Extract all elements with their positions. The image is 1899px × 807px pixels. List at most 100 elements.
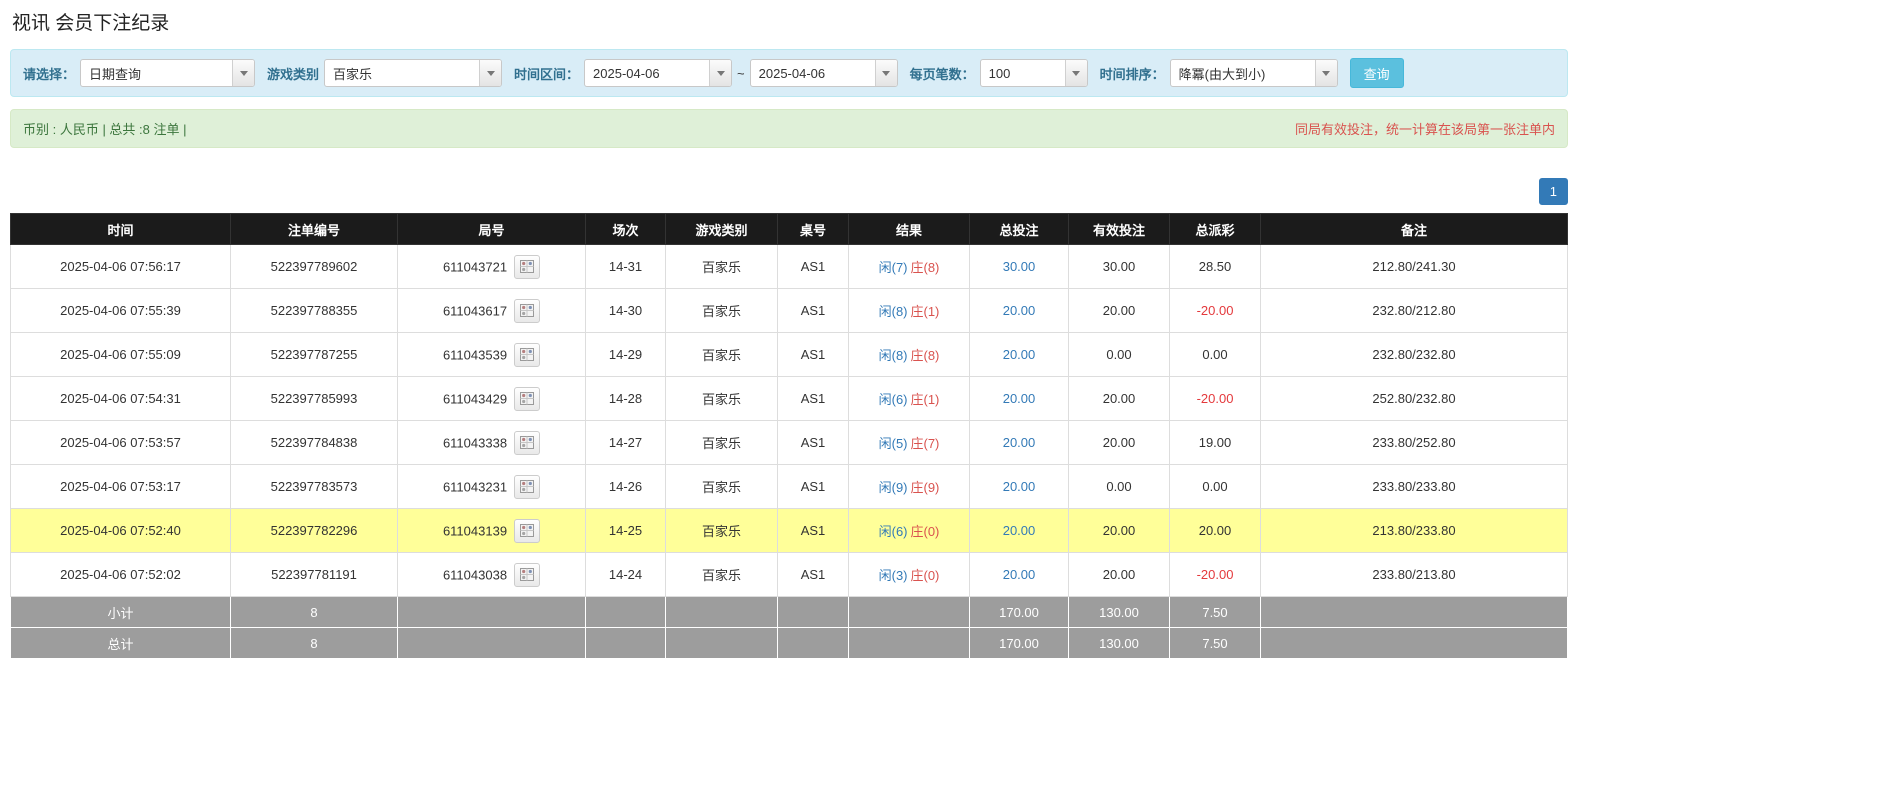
player-result: 闲(6) — [878, 392, 908, 407]
chevron-down-icon[interactable] — [1064, 60, 1087, 86]
table-no-cell: AS1 — [777, 420, 849, 465]
valid-bet-cell: 20.00 — [1068, 552, 1170, 597]
round-cell: 611043338 — [397, 420, 586, 465]
table-row: 2025-04-06 07:52:02 522397781191 6110430… — [10, 552, 1568, 597]
column-header-11: 备注 — [1260, 213, 1568, 245]
bet-id-cell: 522397787255 — [230, 332, 398, 377]
table-row: 2025-04-06 07:53:17 522397783573 6110432… — [10, 464, 1568, 509]
column-header-3: 局号 — [397, 213, 586, 245]
page-1-button[interactable]: 1 — [1538, 178, 1568, 205]
time-cell: 2025-04-06 07:52:02 — [10, 552, 231, 597]
column-header-7: 结果 — [848, 213, 970, 245]
column-header-5: 游戏类别 — [665, 213, 778, 245]
payout-cell: -20.00 — [1169, 288, 1261, 333]
chevron-down-icon[interactable] — [1314, 60, 1337, 86]
game-type-select[interactable]: 百家乐 — [324, 59, 503, 87]
chevron-down-icon[interactable] — [232, 60, 255, 86]
roadmap-icon-button[interactable] — [514, 254, 541, 279]
chevron-down-icon[interactable] — [709, 60, 732, 86]
result-cell: 闲(5) 庄(7) — [848, 420, 970, 465]
page: 视讯 会员下注纪录 请选择： 日期查询 游戏类别 百家乐 时间区间： 2025-… — [0, 0, 1899, 665]
column-header-9: 有效投注 — [1068, 213, 1170, 245]
valid-bet-cell: 0.00 — [1068, 332, 1170, 377]
roadmap-icon-button[interactable] — [514, 474, 541, 499]
query-type-select[interactable]: 日期查询 — [80, 59, 256, 87]
total-label: 总计 — [10, 627, 231, 659]
banker-result: 庄(8) — [910, 348, 940, 363]
roadmap-icon-button[interactable] — [514, 562, 541, 587]
result-cell: 闲(8) 庄(8) — [848, 332, 970, 377]
game-type-cell: 百家乐 — [665, 552, 778, 597]
page-size-select[interactable]: 100 — [979, 59, 1088, 87]
total-bet-cell: 20.00 — [969, 508, 1069, 553]
column-header-1: 时间 — [10, 213, 231, 245]
total-bet-link[interactable]: 20.00 — [1003, 303, 1036, 318]
roadmap-icon — [520, 524, 535, 537]
total-bet-link[interactable]: 20.00 — [1003, 435, 1036, 450]
empty-cell — [397, 627, 586, 659]
table-row: 2025-04-06 07:56:17 522397789602 6110437… — [10, 244, 1568, 289]
total-bet-cell: 20.00 — [969, 464, 1069, 509]
total-bet-link[interactable]: 20.00 — [1003, 479, 1036, 494]
round-id: 611043038 — [442, 567, 508, 582]
filter-label-select: 请选择： — [23, 66, 76, 82]
player-result: 闲(6) — [878, 524, 908, 539]
total-payout: 7.50 — [1169, 627, 1261, 659]
subtotal-total-bet: 170.00 — [969, 596, 1069, 628]
valid-bet-cell: 30.00 — [1068, 244, 1170, 289]
page-title: 视讯 会员下注纪录 — [12, 13, 170, 34]
session-cell: 14-28 — [585, 376, 666, 421]
roadmap-icon-button[interactable] — [514, 430, 541, 455]
chevron-down-icon[interactable] — [479, 60, 502, 86]
sort-order-select[interactable]: 降冪(由大到小) — [1169, 59, 1338, 87]
total-bet-cell: 30.00 — [969, 244, 1069, 289]
player-result: 闲(7) — [878, 260, 908, 275]
query-type-value: 日期查询 — [89, 66, 142, 82]
roadmap-icon-button[interactable] — [514, 342, 541, 367]
roadmap-icon-button[interactable] — [514, 298, 541, 323]
total-bet-link[interactable]: 30.00 — [1003, 259, 1036, 274]
result-cell: 闲(7) 庄(8) — [848, 244, 970, 289]
total-bet-cell: 20.00 — [969, 288, 1069, 333]
total-bet-link[interactable]: 20.00 — [1003, 347, 1036, 362]
search-button[interactable]: 查询 — [1349, 58, 1404, 88]
filter-label-game-type: 游戏类别 — [267, 66, 320, 82]
total-bet-link[interactable]: 20.00 — [1003, 523, 1036, 538]
sort-order-value: 降冪(由大到小) — [1178, 66, 1266, 82]
player-result: 闲(9) — [878, 480, 908, 495]
game-type-value: 百家乐 — [333, 66, 373, 82]
total-bet-cell: 20.00 — [969, 332, 1069, 377]
total-bet-link[interactable]: 20.00 — [1003, 391, 1036, 406]
caret-glyph — [486, 70, 495, 76]
round-cell: 611043139 — [397, 508, 586, 553]
total-bet-link[interactable]: 20.00 — [1003, 567, 1036, 582]
date-from-picker[interactable]: 2025-04-06 — [584, 59, 733, 87]
session-cell: 14-30 — [585, 288, 666, 333]
roadmap-icon-button[interactable] — [514, 386, 541, 411]
table-row: 2025-04-06 07:54:31 522397785993 6110434… — [10, 376, 1568, 421]
table-row: 2025-04-06 07:55:39 522397788355 6110436… — [10, 288, 1568, 333]
round-cell: 611043539 — [397, 332, 586, 377]
caret-glyph — [716, 70, 725, 76]
round-id: 611043617 — [442, 303, 508, 318]
total-row: 总计 8 170.00 130.00 7.50 — [10, 627, 1568, 659]
game-type-cell: 百家乐 — [665, 244, 778, 289]
filter-bar: 请选择： 日期查询 游戏类别 百家乐 时间区间： 2025-04-06 ~ 20… — [10, 49, 1568, 97]
column-header-4: 场次 — [585, 213, 666, 245]
time-cell: 2025-04-06 07:56:17 — [10, 244, 231, 289]
roadmap-icon — [520, 348, 535, 361]
banker-result: 庄(7) — [910, 436, 940, 451]
result-cell: 闲(6) 庄(0) — [848, 508, 970, 553]
table-row: 2025-04-06 07:55:09 522397787255 6110435… — [10, 332, 1568, 377]
roadmap-icon-button[interactable] — [514, 518, 541, 543]
empty-cell — [777, 596, 849, 628]
note-cell: 212.80/241.30 — [1260, 244, 1568, 289]
column-header-8: 总投注 — [969, 213, 1069, 245]
banker-result: 庄(9) — [910, 480, 940, 495]
date-to-picker[interactable]: 2025-04-06 — [749, 59, 898, 87]
time-cell: 2025-04-06 07:53:17 — [10, 464, 231, 509]
chevron-down-icon[interactable] — [874, 60, 897, 86]
time-cell: 2025-04-06 07:52:40 — [10, 508, 231, 553]
bet-id-cell: 522397784838 — [230, 420, 398, 465]
note-cell: 213.80/233.80 — [1260, 508, 1568, 553]
